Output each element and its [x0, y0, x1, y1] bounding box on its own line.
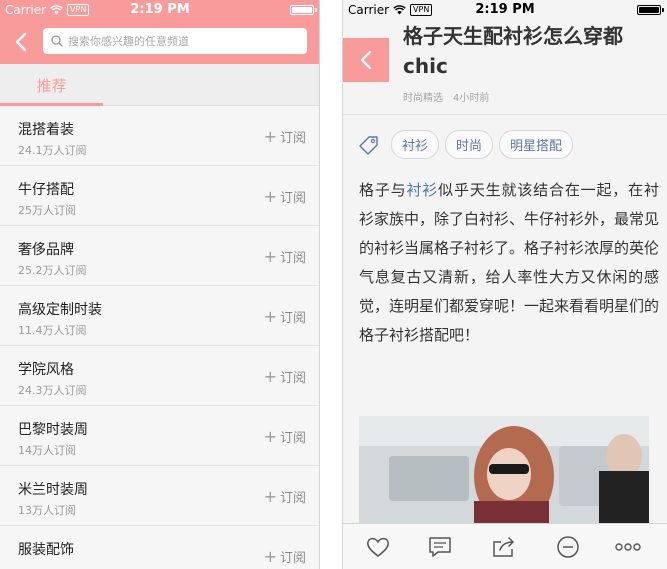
channel-subscriber-count: 14万人订阅	[18, 444, 76, 457]
plus-icon: +	[263, 186, 277, 206]
channel-row[interactable]: 巴黎时装周 14万人订阅 + 订阅	[0, 406, 319, 466]
channel-subscriber-count: 25万人订阅	[18, 204, 76, 217]
share-button[interactable]	[491, 534, 517, 560]
plus-icon: +	[263, 126, 277, 146]
plus-icon: +	[263, 426, 277, 446]
channel-name: 学院风格	[18, 362, 74, 378]
search-input[interactable]	[68, 34, 288, 48]
subscribe-button[interactable]: + 订阅	[264, 187, 306, 206]
tag-icon	[357, 133, 381, 157]
article-title: 格子天生配衬衫怎么穿都chic	[403, 24, 623, 78]
tag-shirt[interactable]: 衬衫	[391, 130, 440, 159]
channel-row[interactable]: 米兰时装周 13万人订阅 + 订阅	[0, 466, 319, 526]
battery-icon	[290, 5, 317, 15]
search-box[interactable]	[43, 28, 307, 54]
photo-illustration	[359, 416, 649, 526]
article-time: 4小时前	[453, 93, 490, 104]
subscribe-button[interactable]: + 订阅	[264, 547, 306, 566]
back-button[interactable]	[10, 30, 32, 54]
plus-icon: +	[263, 486, 277, 506]
article-screen: Carrier VPN 2:19 PM 格子天生配衬衫怎么穿都chic 时尚精选…	[342, 0, 667, 569]
status-bar: Carrier VPN 2:19 PM	[343, 0, 667, 20]
channel-name: 服装配饰	[18, 542, 74, 558]
subscribe-button[interactable]: + 订阅	[264, 127, 306, 146]
body-link-shirt[interactable]: 衬衫	[407, 181, 439, 199]
article-source[interactable]: 时尚精选	[403, 89, 443, 104]
subscribe-label: 订阅	[279, 191, 306, 206]
channel-name: 米兰时装周	[18, 482, 88, 498]
channel-subscriber-count: 13万人订阅	[18, 504, 76, 517]
status-time: 2:19 PM	[475, 2, 535, 17]
channel-row[interactable]: 高级定制时装 11.4万人订阅 + 订阅	[0, 286, 319, 346]
subscribe-button[interactable]: + 订阅	[264, 487, 306, 506]
share-icon	[493, 537, 514, 557]
subscribe-button[interactable]: + 订阅	[264, 427, 306, 446]
more-icon	[615, 543, 641, 551]
plus-icon: +	[263, 246, 277, 266]
search-icon	[51, 35, 63, 47]
channel-subscriber-count: 11.4万人订阅	[18, 324, 87, 337]
subscribe-button[interactable]: + 订阅	[264, 307, 306, 326]
battery-icon	[637, 5, 664, 15]
channel-list: 混搭着装 24.1万人订阅 + 订阅 牛仔搭配 25万人订阅 + 订阅 奢侈品牌 25.2万人订阅…	[0, 106, 319, 569]
tab-recommended[interactable]: 推荐	[0, 64, 103, 106]
tab-bar: 推荐	[0, 64, 319, 106]
subscribe-label: 订阅	[279, 371, 306, 386]
subscribe-button[interactable]: + 订阅	[264, 247, 306, 266]
dislike-icon	[557, 536, 579, 558]
bottom-toolbar	[343, 523, 667, 569]
article-photo[interactable]	[359, 416, 649, 526]
article-meta: 时尚精选 4小时前	[403, 89, 489, 104]
channel-subscriber-count: 24.3万人订阅	[18, 384, 87, 397]
more-button[interactable]	[615, 534, 641, 560]
comment-button[interactable]	[427, 534, 453, 560]
like-button[interactable]	[365, 534, 391, 560]
channel-row[interactable]: 服装配饰 + 订阅	[0, 526, 319, 569]
chevron-left-icon	[360, 50, 372, 70]
channel-name: 牛仔搭配	[18, 182, 74, 198]
channel-row[interactable]: 奢侈品牌 25.2万人订阅 + 订阅	[0, 226, 319, 286]
plus-icon: +	[263, 546, 277, 566]
status-time: 2:19 PM	[130, 2, 190, 17]
tag-celebrity-style[interactable]: 明星搭配	[499, 130, 574, 159]
subscribe-label: 订阅	[279, 431, 306, 446]
plus-icon: +	[263, 306, 277, 326]
channel-header: Carrier VPN 2:19 PM	[0, 0, 319, 64]
heart-icon	[367, 537, 389, 557]
plus-icon: +	[263, 366, 277, 386]
comment-icon	[429, 537, 451, 557]
divider	[343, 114, 667, 115]
chevron-left-icon	[15, 32, 27, 52]
subscribe-label: 订阅	[279, 491, 306, 506]
channel-screen: Carrier VPN 2:19 PM 推	[0, 0, 320, 569]
channel-row[interactable]: 混搭着装 24.1万人订阅 + 订阅	[0, 106, 319, 166]
article-back-button[interactable]	[343, 38, 389, 82]
tag-fashion[interactable]: 时尚	[445, 130, 494, 159]
body-text-start: 格子与	[359, 181, 407, 199]
subscribe-label: 订阅	[279, 551, 306, 566]
channel-name: 奢侈品牌	[18, 242, 74, 258]
channel-row[interactable]: 学院风格 24.3万人订阅 + 订阅	[0, 346, 319, 406]
body-text-rest: 似乎天生就该结合在一起，在衬衫家族中，除了白衬衫、牛仔衬衫外，最常见的衬衫当属格…	[359, 181, 660, 344]
subscribe-label: 订阅	[279, 311, 306, 326]
subscribe-label: 订阅	[279, 251, 306, 266]
article-body: 格子与衬衫似乎天生就该结合在一起，在衬衫家族中，除了白衬衫、牛仔衬衫外，最常见的…	[359, 176, 659, 350]
subscribe-button[interactable]: + 订阅	[264, 367, 306, 386]
status-bar: Carrier VPN 2:19 PM	[0, 0, 319, 20]
channel-subscriber-count: 25.2万人订阅	[18, 264, 87, 277]
tags-row: 衬衫 时尚 明星搭配	[357, 130, 574, 159]
subscribe-label: 订阅	[279, 131, 306, 146]
channel-name: 高级定制时装	[18, 302, 102, 318]
channel-row[interactable]: 牛仔搭配 25万人订阅 + 订阅	[0, 166, 319, 226]
channel-name: 巴黎时装周	[18, 422, 88, 438]
channel-name: 混搭着装	[18, 122, 74, 138]
channel-subscriber-count: 24.1万人订阅	[18, 144, 87, 157]
dislike-button[interactable]	[555, 534, 581, 560]
